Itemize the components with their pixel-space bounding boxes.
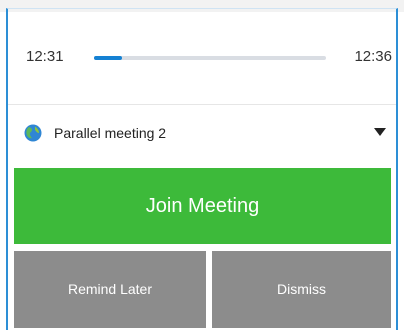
dismiss-button[interactable]: Dismiss <box>212 251 391 328</box>
remind-later-button[interactable]: Remind Later <box>14 251 206 328</box>
join-meeting-button[interactable]: Join Meeting <box>14 168 391 244</box>
triangle-down-icon[interactable] <box>374 128 386 136</box>
progress-bar <box>94 56 326 60</box>
meeting-selector[interactable]: Parallel meeting 2 <box>8 106 396 162</box>
globe-icon <box>24 124 42 142</box>
start-time: 12:31 <box>26 48 64 65</box>
divider <box>8 104 396 105</box>
meeting-reminder-panel: 12:31 12:36 Parallel meeting 2 Join Meet… <box>0 0 404 333</box>
meeting-timeline: 12:31 12:36 <box>8 12 396 104</box>
meeting-name: Parallel meeting 2 <box>54 125 167 141</box>
end-time: 12:36 <box>354 48 392 65</box>
progress-fill <box>94 56 122 60</box>
